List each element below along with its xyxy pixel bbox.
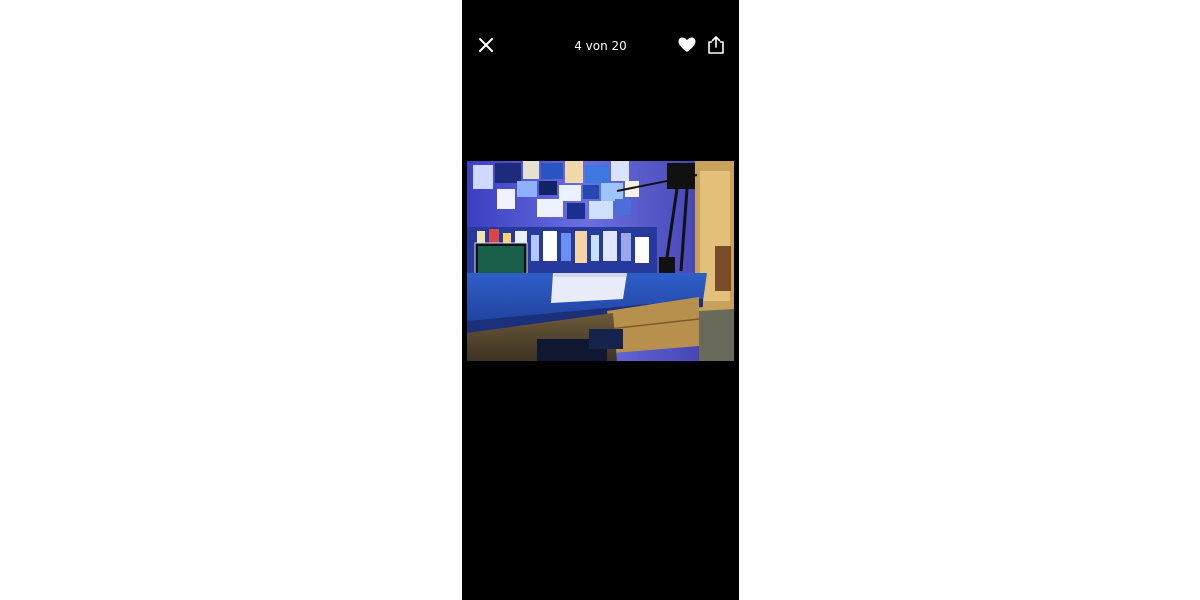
photo-viewer: 4 von 20 <box>462 0 739 600</box>
share-button[interactable] <box>705 35 727 60</box>
heart-icon <box>677 36 697 59</box>
close-icon <box>477 36 495 59</box>
close-button[interactable] <box>475 36 497 58</box>
share-icon <box>706 35 726 60</box>
desk-photo[interactable] <box>467 161 734 361</box>
viewer-toolbar: 4 von 20 <box>462 30 739 62</box>
page: 4 von 20 <box>0 0 1200 600</box>
favorite-button[interactable] <box>676 36 698 58</box>
photo-image <box>467 161 734 361</box>
